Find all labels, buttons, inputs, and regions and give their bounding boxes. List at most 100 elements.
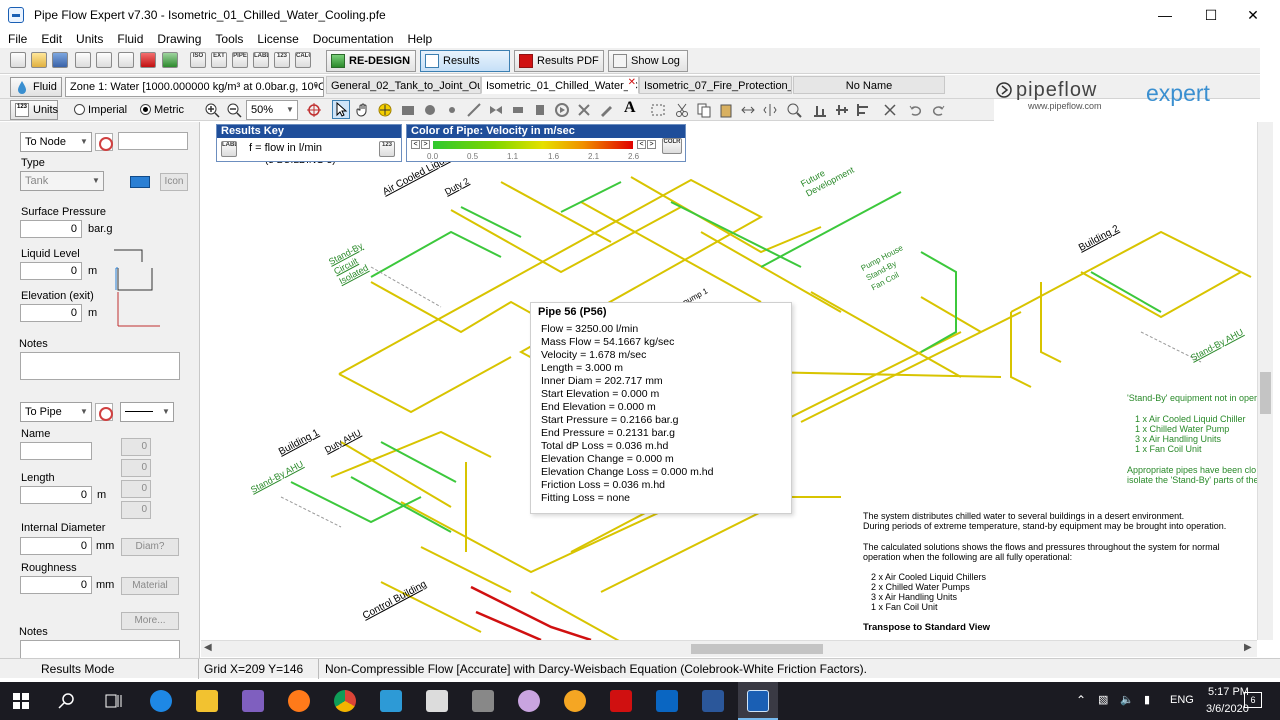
email-icon[interactable] [75, 52, 91, 68]
scroll-left-icon[interactable]: ◀ [204, 642, 212, 653]
vertical-scrollbar[interactable] [1257, 122, 1273, 640]
app-icon-2[interactable] [472, 690, 494, 712]
select-tool-button[interactable] [332, 100, 350, 119]
pump-tool-icon[interactable] [422, 102, 438, 118]
material-button[interactable]: Material [121, 577, 179, 595]
fitting-count-1[interactable]: 0 [121, 438, 151, 456]
horizontal-scroll-thumb[interactable] [691, 644, 823, 654]
mirror-icon[interactable] [762, 102, 778, 118]
clock-time[interactable]: 5:17 PM [1208, 686, 1249, 698]
fitting-count-4[interactable]: 0 [121, 501, 151, 519]
to-node-select[interactable]: To Node ▼ [20, 132, 92, 152]
find-icon[interactable] [786, 102, 802, 118]
menu-file[interactable]: File [0, 30, 34, 48]
units-button[interactable]: 123 Units [10, 100, 58, 120]
align-center-icon[interactable] [834, 102, 850, 118]
paste-icon[interactable] [718, 102, 734, 118]
fitting-count-2[interactable]: 0 [121, 459, 151, 477]
minimize-button[interactable]: — [1142, 0, 1188, 30]
text-tool-icon[interactable]: A [624, 99, 636, 117]
language-indicator[interactable]: ENG [1170, 694, 1194, 706]
internal-diameter-input[interactable]: 0 [20, 537, 92, 555]
length-input[interactable]: 0 [20, 486, 92, 504]
move-icon[interactable] [377, 102, 393, 118]
close-tab-icon[interactable]: ✕ [627, 77, 636, 92]
menu-help[interactable]: Help [401, 30, 440, 48]
menu-fluid[interactable]: Fluid [110, 30, 150, 48]
undo-icon[interactable] [908, 102, 924, 118]
new-file-icon[interactable] [10, 52, 26, 68]
vertical-scroll-thumb[interactable] [1260, 372, 1271, 414]
filter-tool-icon[interactable] [576, 102, 592, 118]
align-bottom-icon[interactable] [812, 102, 828, 118]
fitting-count-3[interactable]: 0 [121, 480, 151, 498]
label-icon[interactable]: LABL [253, 52, 269, 68]
close-button[interactable]: ✕ [1230, 0, 1276, 30]
redo-icon[interactable] [930, 102, 946, 118]
pipe-icon[interactable]: PIPE [232, 52, 248, 68]
app-icon-1[interactable] [380, 690, 402, 712]
node-target-icon[interactable] [95, 133, 113, 151]
transpose-link[interactable]: Transpose to Standard View [863, 622, 990, 633]
pipe-notes-textarea[interactable] [20, 640, 180, 660]
tray-chevron-icon[interactable]: ⌃ [1076, 693, 1086, 707]
more-button[interactable]: More... [121, 612, 179, 630]
edge-icon[interactable] [150, 690, 172, 712]
save-icon[interactable] [52, 52, 68, 68]
control-valve-icon[interactable] [554, 102, 570, 118]
firefox-icon[interactable] [288, 690, 310, 712]
iso-icon[interactable]: ISO [190, 52, 206, 68]
component-tool-icon[interactable] [532, 102, 548, 118]
email-attach-icon[interactable] [96, 52, 112, 68]
tank-tool-icon[interactable] [400, 102, 416, 118]
align-left-icon[interactable] [856, 102, 872, 118]
pan-hand-icon[interactable] [355, 102, 371, 118]
print-icon[interactable] [118, 52, 134, 68]
copy-icon[interactable] [696, 102, 712, 118]
pipe-flow-taskbar-button[interactable] [738, 682, 778, 720]
menu-documentation[interactable]: Documentation [306, 30, 401, 48]
clock-date[interactable]: 3/6/2020 [1206, 703, 1249, 715]
delete-icon[interactable] [882, 102, 898, 118]
tab-general-02[interactable]: General_02_Tank_to_Joint_Outfle [326, 76, 481, 94]
results-numbers-icon[interactable]: 123 [379, 141, 395, 157]
zoom-select[interactable]: 50% ▼ [246, 100, 298, 120]
pencil-icon[interactable] [598, 102, 614, 118]
pdf-icon[interactable] [140, 52, 156, 68]
pipe-tool-icon[interactable] [466, 102, 482, 118]
open-folder-icon[interactable] [31, 52, 47, 68]
export-icon[interactable] [162, 52, 178, 68]
scroll-right-icon[interactable]: ▶ [1244, 642, 1252, 653]
results-label-icon[interactable]: LABL [221, 141, 237, 157]
menu-units[interactable]: Units [69, 30, 110, 48]
metric-radio[interactable] [140, 104, 151, 115]
numbers-icon[interactable]: 123 [274, 52, 290, 68]
tab-isometric-07[interactable]: Isometric_07_Fire_Protection_Spr [639, 76, 792, 94]
maximize-button[interactable]: ☐ [1188, 0, 1234, 30]
fluid-zone-select[interactable]: Zone 1: Water [1000.000000 kg/m³ at 0.0b… [65, 77, 324, 97]
color-settings-icon[interactable]: COLR [662, 138, 682, 154]
paint-icon[interactable] [518, 690, 540, 712]
tab-no-name[interactable]: No Name [793, 76, 945, 94]
to-pipe-select[interactable]: To Pipe ▼ [20, 402, 92, 422]
node-tool-icon[interactable] [444, 102, 460, 118]
valve-tool-icon[interactable] [488, 102, 504, 118]
diam-button[interactable]: Diam? [121, 538, 179, 556]
menu-drawing[interactable]: Drawing [150, 30, 208, 48]
file-explorer-icon[interactable] [196, 690, 218, 712]
store-icon[interactable] [242, 690, 264, 712]
network-icon[interactable]: ▧ [1098, 693, 1108, 706]
zoom-in-icon[interactable] [204, 102, 220, 118]
legend-next-icon[interactable]: > [647, 140, 656, 149]
select-area-icon[interactable] [650, 102, 666, 118]
results-pdf-button[interactable]: Results PDF [514, 50, 604, 72]
line-style-select[interactable]: ▼ [120, 402, 174, 422]
chrome-icon[interactable] [334, 690, 356, 712]
calc-icon[interactable]: CALC [295, 52, 311, 68]
icon-button[interactable]: Icon [160, 173, 188, 191]
cut-icon[interactable] [674, 102, 690, 118]
notification-icon[interactable]: 6 [1244, 692, 1262, 708]
show-log-button[interactable]: Show Log [608, 50, 688, 72]
windows-start-icon[interactable] [13, 693, 29, 709]
elevation-input[interactable]: 0 [20, 304, 82, 322]
